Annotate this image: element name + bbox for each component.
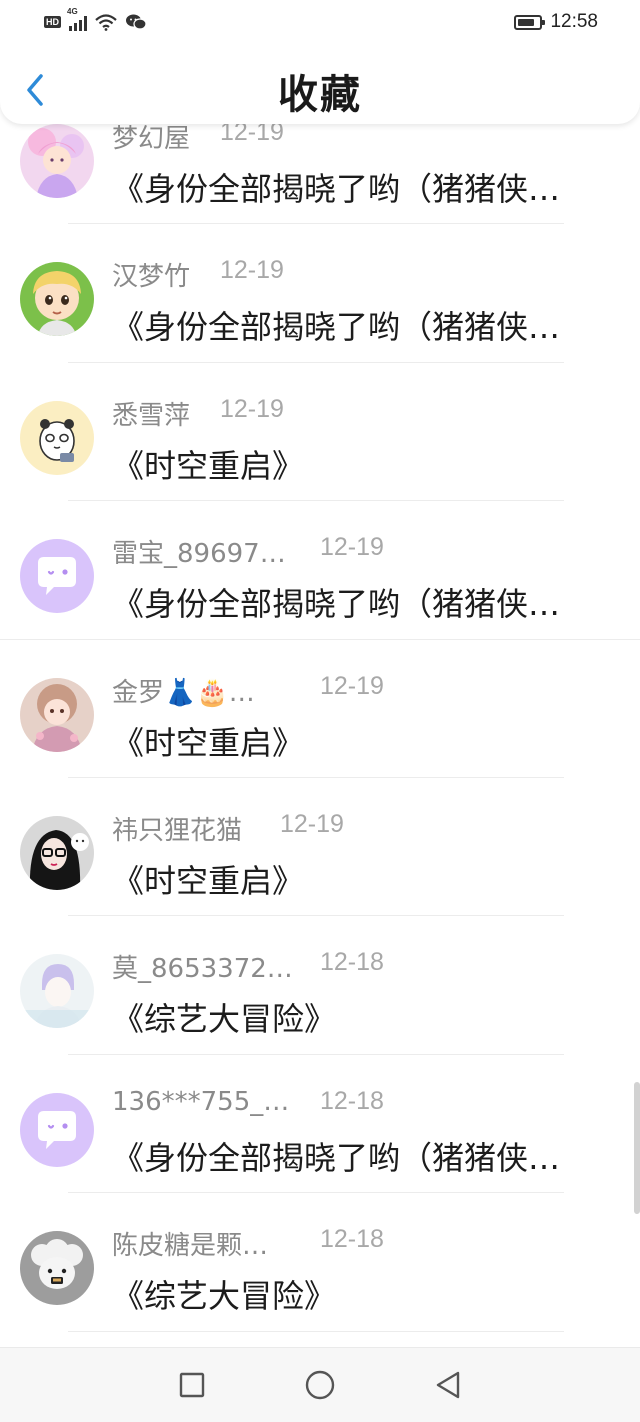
item-date: 12-19 [320,533,384,562]
item-content[interactable]: 《综艺大冒险》 [112,1271,592,1317]
scrollbar-thumb[interactable] [634,1082,640,1214]
network-label: 4G [67,7,78,16]
item-date: 12-18 [320,1086,384,1115]
list-item[interactable]: 陈皮糖是颗… 12-18 《综艺大冒险》 [0,1193,640,1332]
item-date: 12-19 [280,809,344,838]
item-username: 陈皮糖是颗… [112,1231,269,1262]
avatar[interactable] [20,815,94,890]
item-date: 12-18 [320,1225,384,1254]
avatar[interactable] [20,539,94,614]
item-username: 雷宝_89697… [112,539,286,570]
circle-icon [305,1370,335,1400]
avatar[interactable] [20,677,94,752]
item-content[interactable]: 《时空重启》 [112,718,592,764]
list-item[interactable]: 136***755_… 12-18 《身份全部揭晓了哟（猪猪侠… [0,1055,640,1194]
home-button[interactable] [305,1370,335,1400]
item-username: 汉梦竹 [112,262,191,293]
divider [68,1330,564,1332]
item-username: 金罗👗🎂… [112,677,255,708]
item-username: 136***755_… [112,1086,290,1117]
signal-icon: 4G [67,7,87,31]
list-item[interactable]: 莫_8653372… 12-18 《综艺大冒险》 [0,916,640,1055]
item-username: 祎只狸花猫 [112,815,243,846]
avatar[interactable] [20,262,94,337]
item-content[interactable]: 《身份全部揭晓了哟（猪猪侠… [112,302,592,348]
item-content[interactable]: 《身份全部揭晓了哟（猪猪侠… [112,579,592,625]
status-left: HD 4G [44,7,147,31]
system-nav-bar [0,1347,640,1422]
list-item[interactable]: 雷宝_89697… 12-19 《身份全部揭晓了哟（猪猪侠… [0,501,640,640]
item-date: 12-18 [320,948,384,977]
page-title: 收藏 [278,72,362,118]
hd-badge: HD [44,16,61,28]
avatar[interactable] [20,954,94,1029]
status-bar: HD 4G 12:58 [0,0,640,44]
status-time: 12:58 [550,11,598,32]
wechat-icon [126,14,147,30]
item-content[interactable]: 《时空重启》 [112,441,592,487]
list-item[interactable]: 金罗👗🎂… 12-19 《时空重启》 [0,640,640,778]
item-username: 莫_8653372… [112,954,293,985]
recent-apps-button[interactable] [177,1370,207,1400]
item-date: 12-19 [220,256,284,285]
avatar[interactable] [20,400,94,475]
item-date: 12-19 [320,671,384,700]
item-content[interactable]: 《时空重启》 [112,856,592,902]
list-item[interactable]: 祎只狸花猫 12-19 《时空重启》 [0,778,640,917]
favorites-list: 梦幻屋 12-19 《身份全部揭晓了哟（猪猪侠… 汉梦竹 12-19 《身份全部… [0,86,640,1332]
list-item[interactable]: 汉梦竹 12-19 《身份全部揭晓了哟（猪猪侠… [0,224,640,363]
item-content[interactable]: 《身份全部揭晓了哟（猪猪侠… [112,1133,592,1179]
triangle-back-icon [436,1371,460,1399]
battery-icon [514,14,546,30]
list-item[interactable]: 悉雪萍 12-19 《时空重启》 [0,363,640,502]
avatar[interactable] [20,1231,94,1306]
wifi-icon [95,13,117,31]
avatar[interactable] [20,1092,94,1167]
item-date: 12-19 [220,394,284,423]
item-content[interactable]: 《综艺大冒险》 [112,994,592,1040]
avatar[interactable] [20,124,94,198]
item-content[interactable]: 《身份全部揭晓了哟（猪猪侠… [112,164,592,210]
item-username: 悉雪萍 [112,400,191,431]
nav-back-button[interactable] [433,1370,463,1400]
square-icon [179,1372,205,1398]
status-right: 12:58 [514,11,598,33]
